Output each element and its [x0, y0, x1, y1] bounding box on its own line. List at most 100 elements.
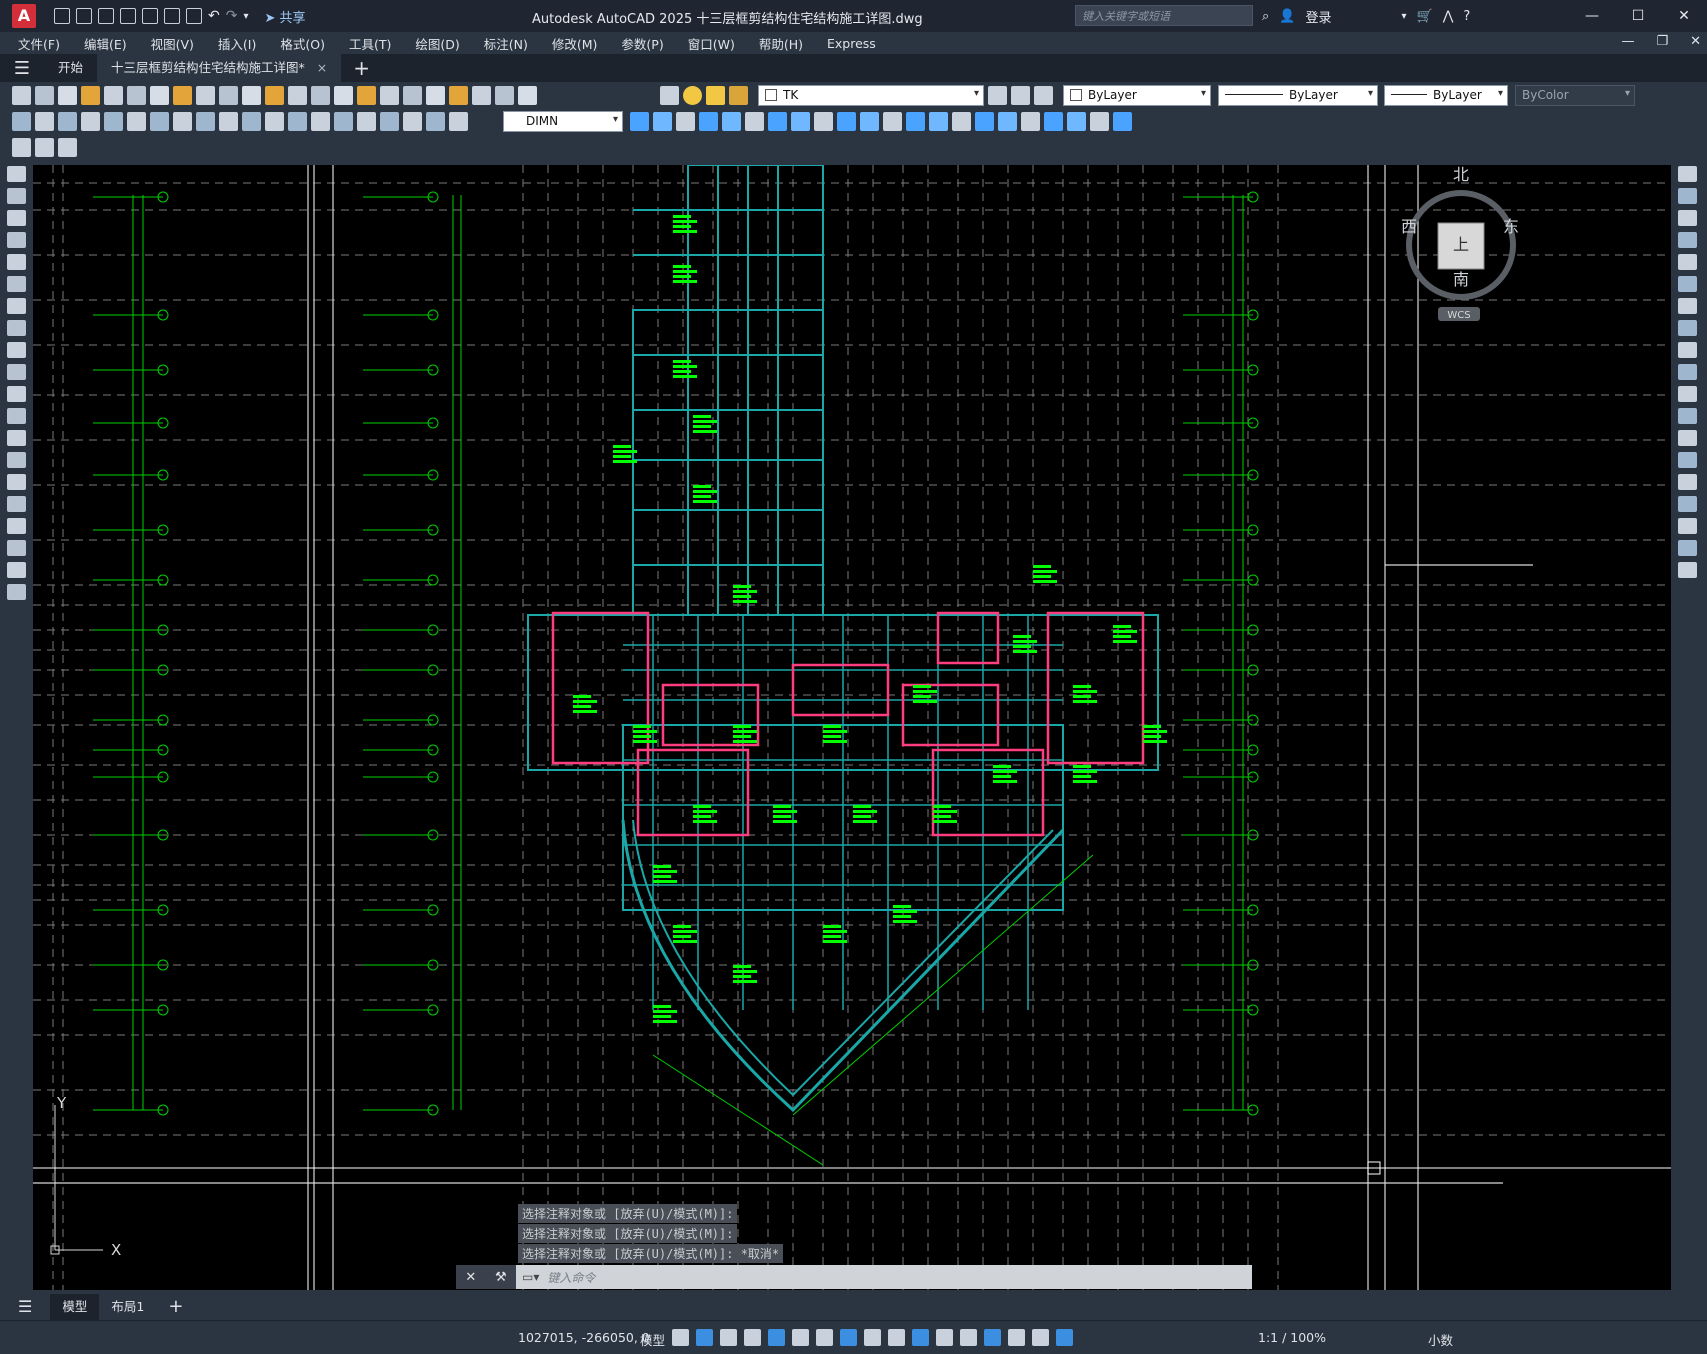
otrack-icon[interactable]	[840, 1329, 857, 1346]
blend-icon[interactable]	[998, 112, 1017, 131]
annotation-scale[interactable]: 1:1 / 100%	[1258, 1330, 1326, 1345]
properties-brush-icon[interactable]	[1678, 166, 1697, 182]
dimstyle-combo[interactable]: DIMN ▾	[503, 111, 623, 132]
block-editor-icon[interactable]	[265, 86, 284, 105]
minimize-window-icon[interactable]: —	[1569, 0, 1615, 32]
offset-icon[interactable]	[699, 112, 718, 131]
tool-palettes-icon[interactable]	[426, 86, 445, 105]
layer-previous-icon[interactable]	[1034, 86, 1053, 105]
close-tab-icon[interactable]: ×	[317, 60, 327, 75]
infer-icon[interactable]	[720, 1329, 737, 1346]
menu-window[interactable]: 窗口(W)	[676, 34, 747, 53]
scale-r-icon[interactable]	[1678, 320, 1697, 336]
trim-icon[interactable]	[837, 112, 856, 131]
offset-r-icon[interactable]	[1678, 232, 1697, 248]
markup-icon[interactable]	[472, 86, 491, 105]
annotation-visibility-icon[interactable]	[1032, 1329, 1049, 1346]
lineweight-combo[interactable]: ByLayer ▾	[1384, 85, 1508, 106]
auto-scale-icon[interactable]	[1056, 1329, 1073, 1346]
isolate-icon[interactable]	[1090, 112, 1109, 131]
menu-file[interactable]: 文件(F)	[0, 34, 72, 53]
insert-block-icon[interactable]	[7, 408, 26, 424]
radius-dim-icon[interactable]	[104, 112, 123, 131]
model-space-toggle[interactable]: 模型	[640, 1330, 665, 1349]
array-icon[interactable]	[722, 112, 741, 131]
ortho-icon[interactable]	[744, 1329, 761, 1346]
point-icon[interactable]	[7, 452, 26, 468]
tolerance-icon[interactable]	[311, 112, 330, 131]
fillet-r-icon[interactable]	[1678, 474, 1697, 490]
open-icon[interactable]	[35, 86, 54, 105]
plot-preview-icon[interactable]	[104, 86, 123, 105]
center-mark-icon[interactable]	[334, 112, 353, 131]
menu-draw[interactable]: 绘图(D)	[403, 34, 471, 53]
search-input[interactable]: 键入关键字或短语	[1075, 5, 1253, 26]
plotstyle-combo[interactable]: ByColor ▾	[1515, 85, 1635, 106]
close-block-icon[interactable]	[58, 138, 77, 157]
edit-r-icon[interactable]	[1678, 562, 1697, 578]
layer-properties-icon[interactable]	[660, 86, 679, 105]
publish-icon[interactable]	[127, 86, 146, 105]
menu-dimension[interactable]: 标注(N)	[472, 34, 540, 53]
add-layout-button[interactable]: +	[156, 1294, 195, 1320]
revision-cloud-icon[interactable]	[7, 320, 26, 336]
layer-on-icon[interactable]	[683, 86, 702, 105]
isodraft-icon[interactable]	[792, 1329, 809, 1346]
match-properties-icon[interactable]	[242, 86, 261, 105]
jogged-linear-icon[interactable]	[380, 112, 399, 131]
open-folder-icon[interactable]	[76, 8, 92, 24]
explode-icon[interactable]	[1021, 112, 1040, 131]
layout-menu-icon[interactable]: ☰	[0, 1294, 50, 1320]
tab-document[interactable]: 十三层框剪结构住宅结构施工详图* ×	[97, 54, 342, 82]
search-icon[interactable]: ⌕	[1262, 9, 1269, 24]
layer-freeze-icon[interactable]	[706, 86, 725, 105]
drawing-canvas[interactable]: 北南 东 西上 WCS X Y	[33, 165, 1671, 1290]
layer-combo[interactable]: TK ▾	[758, 85, 984, 106]
lineweight-icon[interactable]	[864, 1329, 881, 1346]
save-as-icon[interactable]	[120, 8, 136, 24]
dim-edit-icon[interactable]	[403, 112, 422, 131]
gradient-icon[interactable]	[7, 496, 26, 512]
arc-icon[interactable]	[7, 276, 26, 292]
tab-start[interactable]: 开始	[44, 54, 97, 82]
menu-help[interactable]: 帮助(H)	[747, 34, 815, 53]
break-r-icon[interactable]	[1678, 408, 1697, 424]
aligned-dim-icon[interactable]	[35, 112, 54, 131]
grid-icon[interactable]	[672, 1329, 689, 1346]
selection-cycle-icon[interactable]	[912, 1329, 929, 1346]
dynamic-ucs-icon[interactable]	[960, 1329, 977, 1346]
layer-lock-icon[interactable]	[729, 86, 748, 105]
stretch-r-icon[interactable]	[1678, 342, 1697, 358]
add-selected-icon[interactable]	[7, 584, 26, 600]
extend-icon[interactable]	[860, 112, 879, 131]
transparency-icon[interactable]	[888, 1329, 905, 1346]
share-button[interactable]: ➤ 共享	[265, 7, 306, 26]
hamburger-menu-icon[interactable]: ☰	[0, 58, 44, 79]
join-icon[interactable]	[929, 112, 948, 131]
jogged-dim-icon[interactable]	[127, 112, 146, 131]
open-web-icon[interactable]	[142, 8, 158, 24]
cart-icon[interactable]: 🛒	[1417, 9, 1433, 24]
command-input[interactable]: 键入命令	[539, 1269, 595, 1286]
tab-layout1[interactable]: 布局1	[99, 1294, 156, 1320]
color-combo[interactable]: ByLayer ▾	[1063, 85, 1211, 106]
multiline-text-icon[interactable]	[7, 562, 26, 578]
save-block-icon[interactable]	[35, 138, 54, 157]
gizmo-icon[interactable]	[1008, 1329, 1025, 1346]
3dosnap-icon[interactable]	[936, 1329, 953, 1346]
move-icon[interactable]	[745, 112, 764, 131]
menu-format[interactable]: 格式(O)	[268, 34, 337, 53]
baseline-dim-icon[interactable]	[219, 112, 238, 131]
table-icon[interactable]	[7, 540, 26, 556]
align-r-icon[interactable]	[1678, 540, 1697, 556]
qnew-icon[interactable]	[12, 86, 31, 105]
mirror-r-icon[interactable]	[1678, 210, 1697, 226]
autodesk-account-icon[interactable]: ⋀	[1443, 9, 1454, 24]
save-icon[interactable]	[98, 8, 114, 24]
polygon-icon[interactable]	[7, 232, 26, 248]
copy-object-icon[interactable]	[653, 112, 672, 131]
make-block-icon[interactable]	[7, 430, 26, 446]
stretch-icon[interactable]	[814, 112, 833, 131]
floor-plan-drawing[interactable]: 北南 东 西上 WCS X Y	[33, 165, 1671, 1290]
construction-line-icon[interactable]	[7, 188, 26, 204]
